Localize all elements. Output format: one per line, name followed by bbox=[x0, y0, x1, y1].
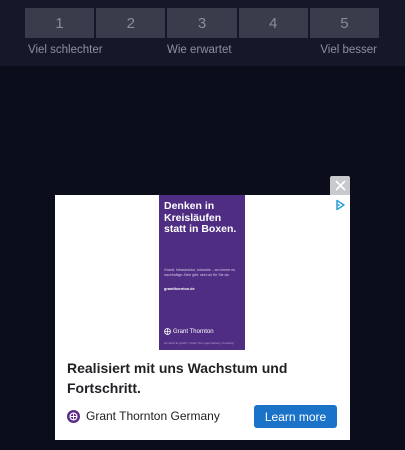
grant-thornton-logo-icon bbox=[67, 409, 80, 423]
creative-body: Grantt, Infrastruktur, Industrie – wo im… bbox=[164, 268, 236, 277]
rating-label-high: Viel besser bbox=[320, 44, 377, 56]
learn-more-button[interactable]: Learn more bbox=[254, 405, 337, 428]
creative-logo-text: Grant Thornton bbox=[173, 328, 214, 335]
creative-footer: An instinct for growth™ | Audit | Tax | … bbox=[164, 342, 234, 345]
rating-option-5[interactable]: 5 bbox=[309, 8, 380, 38]
advertiser-name: Grant Thornton Germany bbox=[86, 409, 220, 423]
rating-option-2[interactable]: 2 bbox=[96, 8, 166, 38]
rating-option-4[interactable]: 4 bbox=[238, 8, 308, 38]
grant-thornton-logo-icon bbox=[164, 328, 171, 335]
creative-url: grantthornton.de bbox=[164, 287, 195, 291]
rating-option-3[interactable]: 3 bbox=[167, 8, 237, 38]
logo-mark-icon bbox=[69, 411, 78, 421]
rating-scale: 1 2 3 4 5 bbox=[25, 8, 380, 38]
rating-option-1[interactable]: 1 bbox=[25, 8, 95, 38]
ad-card[interactable]: Denken in Kreisläufen statt in Boxen. Gr… bbox=[55, 195, 350, 440]
advertiser[interactable]: Grant Thornton Germany bbox=[67, 409, 220, 423]
creative-headline: Denken in Kreisläufen statt in Boxen. bbox=[164, 200, 237, 235]
creative-logo: Grant Thornton bbox=[164, 328, 214, 335]
rating-label-low: Viel schlechter bbox=[28, 44, 103, 56]
close-ad-button[interactable] bbox=[330, 176, 350, 195]
rating-label-mid: Wie erwartet bbox=[167, 44, 232, 56]
adchoices-icon[interactable] bbox=[334, 199, 346, 211]
ad-headline[interactable]: Realisiert mit uns Wachstum und Fortschr… bbox=[67, 358, 342, 398]
ad-creative-image[interactable]: Denken in Kreisläufen statt in Boxen. Gr… bbox=[159, 195, 245, 350]
rating-panel: 1 2 3 4 5 Viel schlechter Wie erwartet V… bbox=[0, 0, 405, 66]
close-icon bbox=[334, 180, 346, 191]
